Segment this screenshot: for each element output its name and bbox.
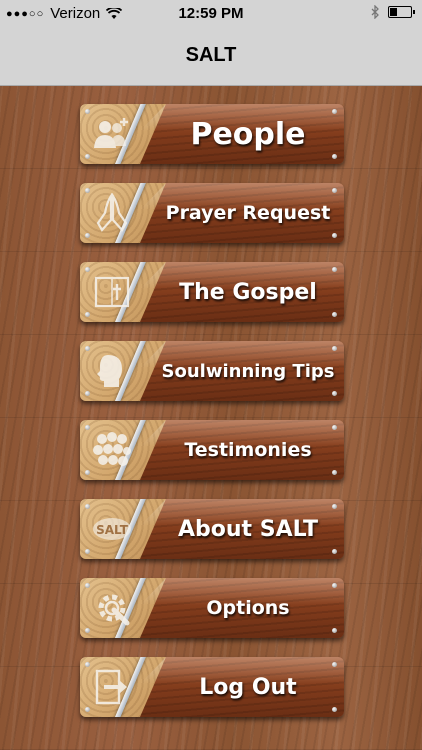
- prayer-request-label: Prayer Request: [165, 202, 331, 224]
- battery-level: [390, 8, 397, 16]
- praying-hands-icon: [96, 193, 128, 232]
- status-time: 12:59 PM: [178, 5, 244, 22]
- salt-badge-text: SALT: [96, 523, 129, 537]
- gear-wrench-icon: [98, 594, 130, 626]
- navigation-bar: SALT: [0, 28, 422, 86]
- log-out-button[interactable]: Log Out: [80, 657, 344, 717]
- log-out-label: Log Out: [199, 674, 297, 700]
- people-button[interactable]: People: [80, 104, 344, 164]
- logout-icon: [95, 669, 127, 705]
- testimonies-label: Testimonies: [184, 439, 312, 461]
- about-salt-button[interactable]: SALT About SALT: [80, 499, 344, 559]
- battery-icon: [388, 6, 415, 18]
- options-label: Options: [206, 597, 290, 619]
- soulwinning-tips-label: Soulwinning Tips: [161, 360, 335, 382]
- salt-badge-icon: SALT: [93, 518, 131, 540]
- testimonies-button[interactable]: Testimonies: [80, 420, 344, 480]
- options-button[interactable]: Options: [80, 578, 344, 638]
- people-icon: [94, 118, 128, 148]
- bluetooth-icon: [371, 5, 379, 19]
- crowd-icon: [93, 432, 131, 466]
- status-right: [371, 5, 415, 19]
- the-gospel-label: The Gospel: [179, 279, 317, 305]
- bible-icon: [94, 276, 130, 308]
- prayer-request-button[interactable]: Prayer Request: [80, 183, 344, 243]
- the-gospel-button[interactable]: The Gospel: [80, 262, 344, 322]
- status-bar: ●●●○○ Verizon 12:59 PM: [0, 0, 422, 28]
- soulwinning-tips-button[interactable]: Soulwinning Tips: [80, 341, 344, 401]
- people-label: People: [190, 116, 306, 152]
- head-profile-icon: [97, 355, 122, 387]
- about-salt-label: About SALT: [178, 516, 318, 542]
- page-title: SALT: [185, 44, 237, 66]
